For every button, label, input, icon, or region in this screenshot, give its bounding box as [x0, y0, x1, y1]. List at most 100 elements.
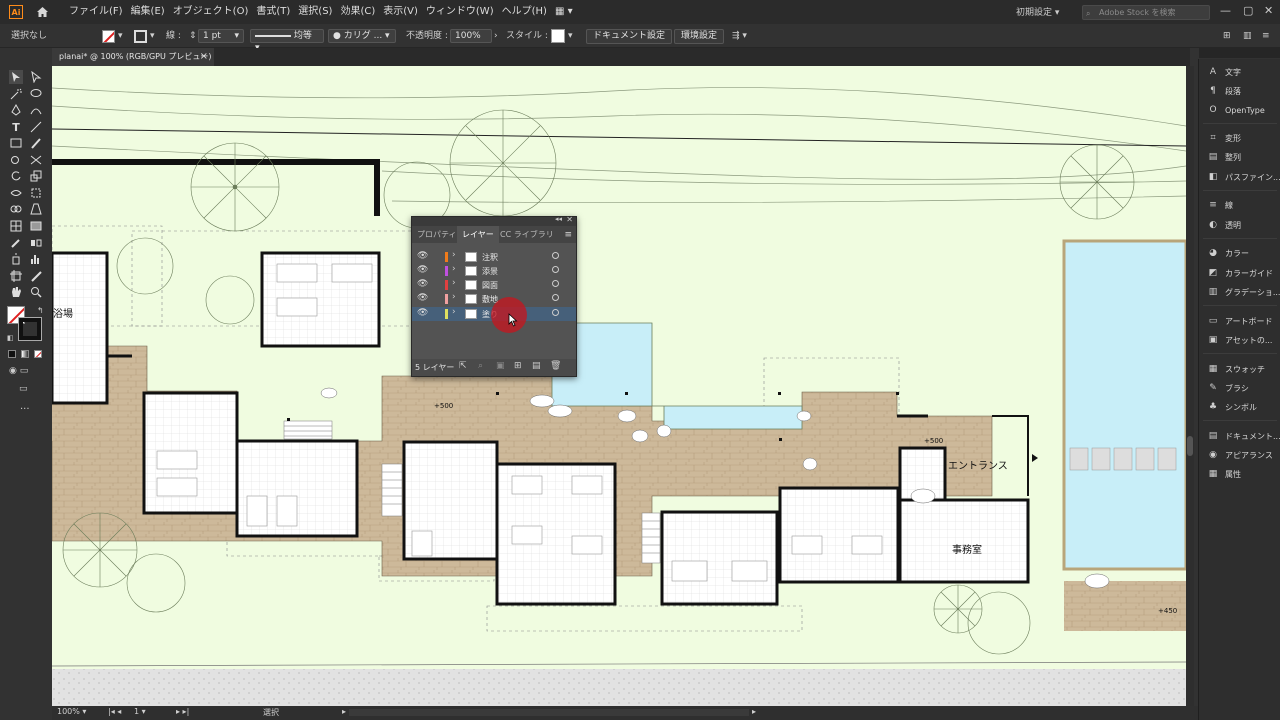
collapse-panel-icon[interactable]: ◂◂	[555, 215, 562, 223]
menu-type[interactable]: 書式(T)	[252, 0, 294, 24]
dock-attributes[interactable]: ▦ 属性	[1207, 466, 1241, 482]
pen-tool-icon[interactable]	[9, 103, 23, 117]
symbol-sprayer-tool-icon[interactable]	[9, 252, 23, 266]
menu-effect[interactable]: 効果(C)	[336, 0, 379, 24]
dock-transparency[interactable]: ◐ 透明	[1207, 217, 1241, 233]
dock-pathfinder[interactable]: ◧ パスファイン...	[1207, 169, 1280, 185]
menu-view[interactable]: 表示(V)	[379, 0, 422, 24]
visibility-eye-icon[interactable]: 👁	[417, 293, 428, 303]
dock-character[interactable]: A 文字	[1207, 64, 1241, 80]
paintbrush-tool-icon[interactable]	[29, 136, 43, 150]
dock-transform[interactable]: ⌗ 変形	[1207, 130, 1241, 146]
dock-symbols[interactable]: ♣ シンボル	[1207, 399, 1257, 415]
tab-cc-libraries[interactable]: CC ライブラリ	[495, 226, 559, 243]
perspective-grid-tool-icon[interactable]	[29, 202, 43, 216]
style-dropdown-icon[interactable]: ▾	[568, 29, 573, 43]
panel-menu-icon[interactable]: ≡	[564, 230, 572, 240]
layer-row[interactable]: 👁 › 図面	[412, 278, 576, 292]
arrange-documents-icon[interactable]: ▦ ▾	[551, 0, 577, 24]
menu-help[interactable]: ヘルプ(H)	[498, 0, 551, 24]
zoom-tool-icon[interactable]	[29, 285, 43, 299]
new-sublayer-icon[interactable]: ⊞	[514, 361, 522, 371]
style-swatch[interactable]	[551, 29, 565, 43]
arrange-icon[interactable]: ▥	[1243, 29, 1252, 43]
tab-layers[interactable]: レイヤー	[457, 226, 499, 243]
locate-object-icon[interactable]: ⌕	[478, 361, 483, 371]
artboard-canvas[interactable]: 浴場 エントランス 事務室 +500 +500 +450	[52, 66, 1186, 706]
dock-swatches[interactable]: ▦ スウォッチ	[1207, 361, 1265, 377]
opacity-arrow-icon[interactable]: ›	[494, 29, 498, 43]
panel-options-icon[interactable]: ⊞	[1223, 29, 1231, 43]
align-options-icon[interactable]: ⇶ ▾	[732, 29, 747, 43]
menu-select[interactable]: 選択(S)	[294, 0, 336, 24]
dock-brushes[interactable]: ✎ ブラシ	[1207, 380, 1249, 396]
direct-selection-tool-icon[interactable]	[29, 70, 43, 84]
hand-tool-icon[interactable]	[9, 285, 23, 299]
expand-chevron-icon[interactable]: ›	[452, 292, 456, 302]
layer-row[interactable]: 👁 › 添景	[412, 264, 576, 278]
visibility-eye-icon[interactable]: 👁	[417, 265, 428, 275]
scissors-tool-icon[interactable]	[29, 153, 43, 167]
magic-wand-tool-icon[interactable]	[9, 87, 23, 101]
dock-opentype[interactable]: O OpenType	[1207, 102, 1264, 118]
dock-gradient[interactable]: ▥ グラデーショ...	[1207, 284, 1280, 300]
dock-asset-export[interactable]: ▣ アセットの...	[1207, 332, 1273, 348]
none-mode-icon[interactable]	[34, 350, 42, 358]
scroll-right-icon[interactable]: ▸	[752, 707, 756, 716]
stroke-color-box[interactable]	[18, 317, 42, 341]
minimize-icon[interactable]: —	[1220, 4, 1231, 17]
tab-properties[interactable]: プロパティ	[412, 226, 462, 243]
delete-layer-icon[interactable]: 🗑	[550, 361, 561, 371]
layer-target-icon[interactable]	[552, 309, 559, 316]
free-transform-tool-icon[interactable]	[29, 186, 43, 200]
status-arrow-icon[interactable]: ▸	[342, 707, 346, 716]
fill-dropdown-icon[interactable]: ▾	[118, 29, 123, 43]
artboard-number-field[interactable]: 1 ▾	[134, 707, 146, 716]
dock-paragraph[interactable]: ¶ 段落	[1207, 83, 1241, 99]
collect-export-icon[interactable]: ⇱	[459, 361, 467, 371]
stroke-swatch[interactable]	[134, 30, 147, 43]
dock-color-guide[interactable]: ◩ カラーガイド	[1207, 265, 1273, 281]
layer-row[interactable]: 👁 › 注釈	[412, 250, 576, 264]
swap-colors-icon[interactable]: ↰	[37, 306, 44, 315]
gradient-tool-icon[interactable]	[29, 219, 43, 233]
close-panel-icon[interactable]: ✕	[566, 215, 573, 224]
vertical-scrollbar[interactable]	[1186, 66, 1194, 706]
document-tab[interactable]: planai* @ 100% (RGB/GPU プレビュー) ×	[52, 48, 214, 66]
layer-target-icon[interactable]	[552, 266, 559, 273]
close-window-icon[interactable]: ✕	[1264, 4, 1273, 17]
stroke-profile-select[interactable]: 均等 ▾	[250, 29, 324, 53]
slice-tool-icon[interactable]	[29, 269, 43, 283]
column-graph-tool-icon[interactable]	[29, 252, 43, 266]
curvature-tool-icon[interactable]	[29, 103, 43, 117]
brush-select[interactable]: ● カリグ ... ▾	[328, 29, 396, 43]
maximize-icon[interactable]: ▢	[1243, 4, 1253, 17]
artboard-nav-last-icon[interactable]: ▸ ▸|	[176, 707, 189, 716]
dock-appearance[interactable]: ◉ アピアランス	[1207, 447, 1273, 463]
artboard-nav-first-icon[interactable]: |◂ ◂	[108, 707, 121, 716]
visibility-eye-icon[interactable]: 👁	[417, 308, 428, 318]
panel-title-bar[interactable]: ◂◂ ✕	[412, 215, 576, 226]
opacity-field[interactable]: 100%	[450, 29, 492, 43]
layer-target-icon[interactable]	[552, 252, 559, 259]
new-layer-icon[interactable]: ▤	[532, 361, 541, 371]
scale-tool-icon[interactable]	[29, 169, 43, 183]
selection-tool-icon[interactable]	[9, 70, 23, 84]
preferences-button[interactable]: 環境設定	[674, 29, 725, 44]
close-tab-icon[interactable]: ×	[200, 48, 208, 66]
type-tool-icon[interactable]: T	[9, 120, 23, 134]
stock-search-input[interactable]: ⌕ Adobe Stock を検索	[1082, 5, 1210, 20]
menu-edit[interactable]: 編集(E)	[127, 0, 169, 24]
layer-target-icon[interactable]	[552, 280, 559, 287]
dock-stroke[interactable]: ≡ 線	[1207, 197, 1233, 213]
edit-toolbar-icon[interactable]: ···	[20, 404, 30, 415]
fill-swatch[interactable]	[102, 30, 115, 43]
stroke-weight-field[interactable]: 1 pt ▾	[198, 29, 244, 43]
lasso-tool-icon[interactable]	[29, 87, 43, 101]
mesh-tool-icon[interactable]	[9, 219, 23, 233]
workspace-switcher[interactable]: 初期設定 ▾	[1016, 5, 1059, 19]
document-setup-button[interactable]: ドキュメント設定	[586, 29, 673, 44]
dock-artboards[interactable]: ▭ アートボード	[1207, 313, 1273, 329]
horizontal-scrollbar[interactable]	[349, 709, 749, 716]
drawing-mode-icon[interactable]: ◉ ▭	[9, 366, 28, 376]
